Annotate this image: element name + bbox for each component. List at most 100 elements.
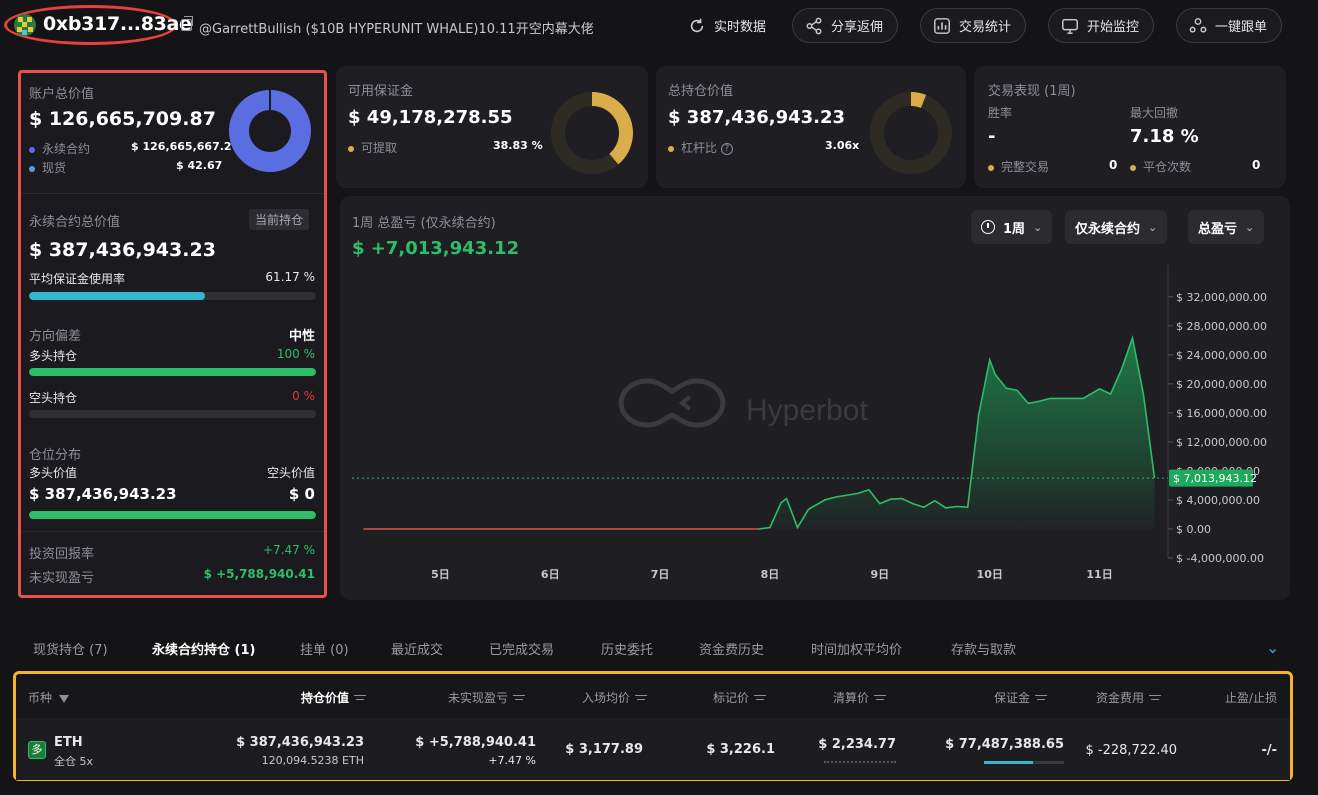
legend-spot: 现货 xyxy=(29,159,66,176)
coin-name[interactable]: ETH xyxy=(54,735,83,750)
col-mark-price[interactable]: 标记价 xyxy=(713,689,767,706)
wallet-address[interactable]: 0xb317...83ae xyxy=(43,13,192,35)
legend-spot-value: $ 42.67 xyxy=(176,159,223,172)
max-drawdown-label: 最大回撤 xyxy=(1130,106,1179,120)
long-value: $ 387,436,943.23 xyxy=(29,485,177,503)
col-margin[interactable]: 保证金 xyxy=(994,689,1048,706)
chevron-down-icon: ⌄ xyxy=(1033,220,1043,234)
complete-trades-label: 完整交易 xyxy=(988,158,1049,175)
contract-filter-dropdown[interactable]: 仅永续合约 ⌄ xyxy=(1065,210,1168,244)
available-margin-title: 可用保证金 xyxy=(348,84,414,99)
sort-icon xyxy=(354,694,367,703)
chevron-down-icon: ⌄ xyxy=(1148,220,1158,234)
sort-icon xyxy=(754,694,767,703)
share-referral-label: 分享返佣 xyxy=(831,20,884,35)
short-value: $ 0 xyxy=(288,485,315,503)
y-tick-label: $ 16,000,000.00 xyxy=(1176,407,1267,420)
col-unrealized-pnl[interactable]: 未实现盈亏 xyxy=(448,689,526,706)
col-liq-price[interactable]: 清算价 xyxy=(833,689,887,706)
tab-deposits-withdrawals[interactable]: 存款与取款 xyxy=(951,639,1016,658)
stats-icon xyxy=(934,17,950,34)
y-tick-label: $ -4,000,000.00 xyxy=(1176,552,1264,565)
avatar xyxy=(14,14,36,36)
clock-icon xyxy=(981,220,995,234)
period-label: 1周 xyxy=(1003,221,1026,237)
info-icon[interactable]: ? xyxy=(720,142,733,155)
account-panel: 账户总价值 $ 126,665,709.87 永续合约 $ 126,665,66… xyxy=(18,70,327,598)
short-position-label: 空头持仓 xyxy=(29,391,78,405)
start-monitor-button[interactable]: 开始监控 xyxy=(1048,8,1155,43)
total-position-card: 总持仓价值 $ 387,436,943.23 杠杆比 ? 3.06x xyxy=(656,66,966,188)
tab-funding-history[interactable]: 资金费历史 xyxy=(699,639,764,658)
total-position-title: 总持仓价值 xyxy=(668,84,734,99)
x-tick-label: 9日 xyxy=(871,568,890,581)
tab-completed-trades[interactable]: 已完成交易 xyxy=(489,639,554,658)
x-tick-label: 5日 xyxy=(431,568,450,581)
copy-trade-button[interactable]: 一键跟单 xyxy=(1176,8,1283,43)
close-count-label: 平仓次数 xyxy=(1130,158,1191,175)
realtime-data-label: 实时数据 xyxy=(714,20,767,35)
expand-chevron-icon[interactable]: ⌄ xyxy=(1266,638,1279,657)
max-drawdown-value: 7.18 % xyxy=(1130,126,1199,147)
pnl-area xyxy=(363,338,1155,529)
available-margin-card: 可用保证金 $ 49,178,278.55 可提取 38.83 % xyxy=(336,66,648,188)
trade-performance-card: 交易表现 (1周) 胜率 - 最大回撤 7.18 % 完整交易 0 平仓次数 0 xyxy=(974,66,1286,188)
y-tick-label: $ 28,000,000.00 xyxy=(1176,320,1267,333)
tab-open-orders[interactable]: 挂单 (0) xyxy=(300,639,349,658)
realtime-data-button[interactable]: 实时数据 xyxy=(676,8,780,43)
leverage-dot-icon xyxy=(668,145,674,152)
row-margin: $ 77,487,388.65 xyxy=(945,737,1064,752)
close-count-value: 0 xyxy=(1252,158,1261,172)
tab-perp-positions[interactable]: 永续合约持仓 (1) xyxy=(152,639,255,658)
tab-twap[interactable]: 时间加权平均价 xyxy=(811,639,902,658)
start-monitor-label: 开始监控 xyxy=(1087,20,1140,35)
long-value-label: 多头价值 xyxy=(29,466,78,480)
contract-filter-label: 仅永续合约 xyxy=(1075,221,1141,237)
trade-stats-button[interactable]: 交易统计 xyxy=(920,8,1027,43)
col-tpsl: 止盈/止损 xyxy=(1225,691,1278,705)
tab-spot-positions[interactable]: 现货持仓 (7) xyxy=(33,639,108,658)
tab-recent-fills[interactable]: 最近成交 xyxy=(391,639,443,658)
period-dropdown[interactable]: 1周 ⌄ xyxy=(971,210,1053,244)
col-funding[interactable]: 资金费用 xyxy=(1096,689,1162,706)
distribution-bar xyxy=(29,511,316,519)
positions-table: 币种 持仓价值 未实现盈亏 入场均价 标记价 清算价 保证金 资金费用 止盈/止… xyxy=(13,671,1293,781)
leverage-label: 杠杆比 ? xyxy=(668,139,733,156)
col-coin[interactable]: 币种 xyxy=(28,689,69,706)
leverage-value: 3.06x xyxy=(825,139,860,152)
perp-total-value: $ 387,436,943.23 xyxy=(29,239,216,261)
header: 0xb317...83ae @GarrettBullish ($10B HYPE… xyxy=(0,0,1318,52)
account-donut xyxy=(229,90,311,172)
sort-icon xyxy=(874,694,887,703)
tab-order-history[interactable]: 历史委托 xyxy=(601,639,653,658)
account-value: $ 126,665,709.87 xyxy=(29,108,216,130)
available-margin-value: $ 49,178,278.55 xyxy=(348,107,513,128)
copy-icon[interactable] xyxy=(181,16,193,31)
table-row[interactable]: 多 ETH 全仓 5x $ 387,436,943.23 120,094.523… xyxy=(16,718,1290,780)
tpsl-value[interactable]: -/- xyxy=(1261,743,1277,758)
sort-icon xyxy=(1035,694,1048,703)
short-value-label: 空头价值 xyxy=(266,466,315,480)
current-position-badge[interactable]: 当前持仓 xyxy=(249,209,310,230)
current-value-tag: $ 7,013,943.12 xyxy=(1169,469,1257,487)
legend-perp: 永续合约 xyxy=(29,140,90,157)
long-badge: 多 xyxy=(28,741,46,759)
perp-dot-icon xyxy=(29,146,35,153)
y-tick-label: $ 12,000,000.00 xyxy=(1176,436,1267,449)
funding-fee: $ -228,722.40 xyxy=(1085,743,1177,758)
pnl-type-dropdown[interactable]: 总盈亏 ⌄ xyxy=(1188,210,1265,244)
row-unrealized-pnl-pct: +7.47 % xyxy=(488,754,536,767)
share-icon xyxy=(806,17,822,34)
unrealized-pnl-value: $ +5,788,940.41 xyxy=(203,567,315,581)
share-referral-button[interactable]: 分享返佣 xyxy=(792,8,899,43)
filter-icon[interactable] xyxy=(58,694,69,703)
margin-usage-label: 平均保证金使用率 xyxy=(29,272,126,286)
entry-price: $ 3,177.89 xyxy=(565,742,643,757)
margin-donut xyxy=(551,92,633,174)
col-entry-price[interactable]: 入场均价 xyxy=(582,689,648,706)
copy-trade-icon xyxy=(1189,17,1207,33)
x-tick-label: 11日 xyxy=(1086,568,1112,581)
liquidation-price: $ 2,234.77 xyxy=(818,737,896,752)
pnl-type-label: 总盈亏 xyxy=(1198,221,1238,237)
col-position-value[interactable]: 持仓价值 xyxy=(301,689,367,706)
